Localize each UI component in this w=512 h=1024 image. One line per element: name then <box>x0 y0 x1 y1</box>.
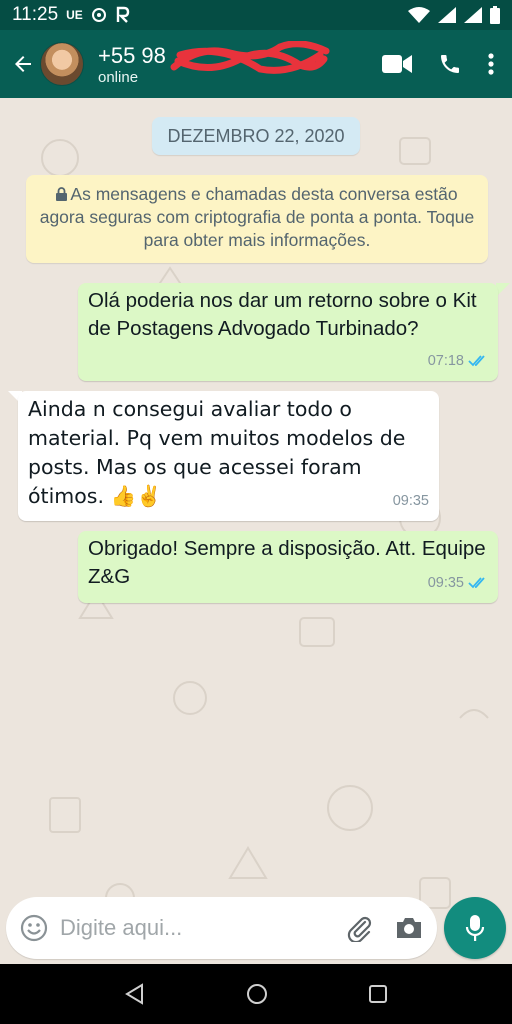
encryption-notice[interactable]: As mensagens e chamadas desta conversa e… <box>26 175 488 263</box>
message-text: Ainda n consegui avaliar todo o material… <box>28 397 406 508</box>
back-button[interactable] <box>6 44 40 84</box>
bubble-tail <box>496 283 510 297</box>
message-time: 07:18 <box>427 353 464 369</box>
redaction-scribble <box>170 40 330 74</box>
app-notification-icon <box>116 6 130 23</box>
message-bubble-outgoing[interactable]: Olá poderia nos dar um retorno sobre o K… <box>78 283 498 381</box>
message-text: Obrigado! Sempre a disposição. Att. Equi… <box>88 537 486 588</box>
mic-icon <box>465 915 485 941</box>
video-call-icon[interactable] <box>382 53 412 75</box>
back-arrow-icon <box>15 56 31 72</box>
status-bar: 11:25 UE <box>0 0 512 30</box>
message-input[interactable] <box>58 914 332 942</box>
chat-header: +55 98 online <box>0 30 512 98</box>
encryption-notice-text: As mensagens e chamadas desta conversa e… <box>39 184 475 250</box>
message-time: 09:35 <box>427 575 464 591</box>
status-time: 11:25 <box>12 4 59 25</box>
contact-status: online <box>98 68 139 86</box>
nav-back-icon[interactable] <box>124 983 146 1005</box>
contact-avatar[interactable] <box>40 42 84 86</box>
signal-2-icon <box>464 7 482 23</box>
camera-icon[interactable] <box>395 916 423 940</box>
lock-icon <box>56 187 68 201</box>
phone-icon[interactable] <box>438 52 462 76</box>
signal-icon <box>438 7 456 23</box>
nav-home-icon[interactable] <box>246 983 268 1005</box>
chat-screen: 11:25 UE +55 98 online DEZEMBRO 22, 2020… <box>0 0 512 1024</box>
contact-info[interactable]: +55 98 online <box>98 40 330 86</box>
contact-name: +55 98 <box>98 42 166 68</box>
read-ticks-icon <box>468 355 485 367</box>
date-chip: DEZEMBRO 22, 2020 <box>152 117 360 155</box>
more-vert-icon[interactable] <box>488 52 494 76</box>
message-text: Olá poderia nos dar um retorno sobre o K… <box>88 289 477 340</box>
whatsapp-notification-icon <box>91 8 106 22</box>
message-bubble-incoming[interactable]: Ainda n consegui avaliar todo o material… <box>18 391 439 521</box>
message-time: 09:35 <box>392 493 429 509</box>
attach-icon[interactable] <box>345 914 373 942</box>
emoji-icon[interactable] <box>20 914 48 942</box>
composer <box>6 897 437 959</box>
nav-recents-icon[interactable] <box>368 984 388 1004</box>
battery-icon <box>490 6 500 24</box>
system-nav-bar <box>0 964 512 1024</box>
status-indicator: UE <box>66 8 83 22</box>
read-ticks-icon <box>468 577 485 589</box>
mic-button[interactable] <box>444 897 506 959</box>
message-bubble-outgoing[interactable]: Obrigado! Sempre a disposição. Att. Equi… <box>78 531 498 603</box>
wifi-icon <box>408 7 430 23</box>
